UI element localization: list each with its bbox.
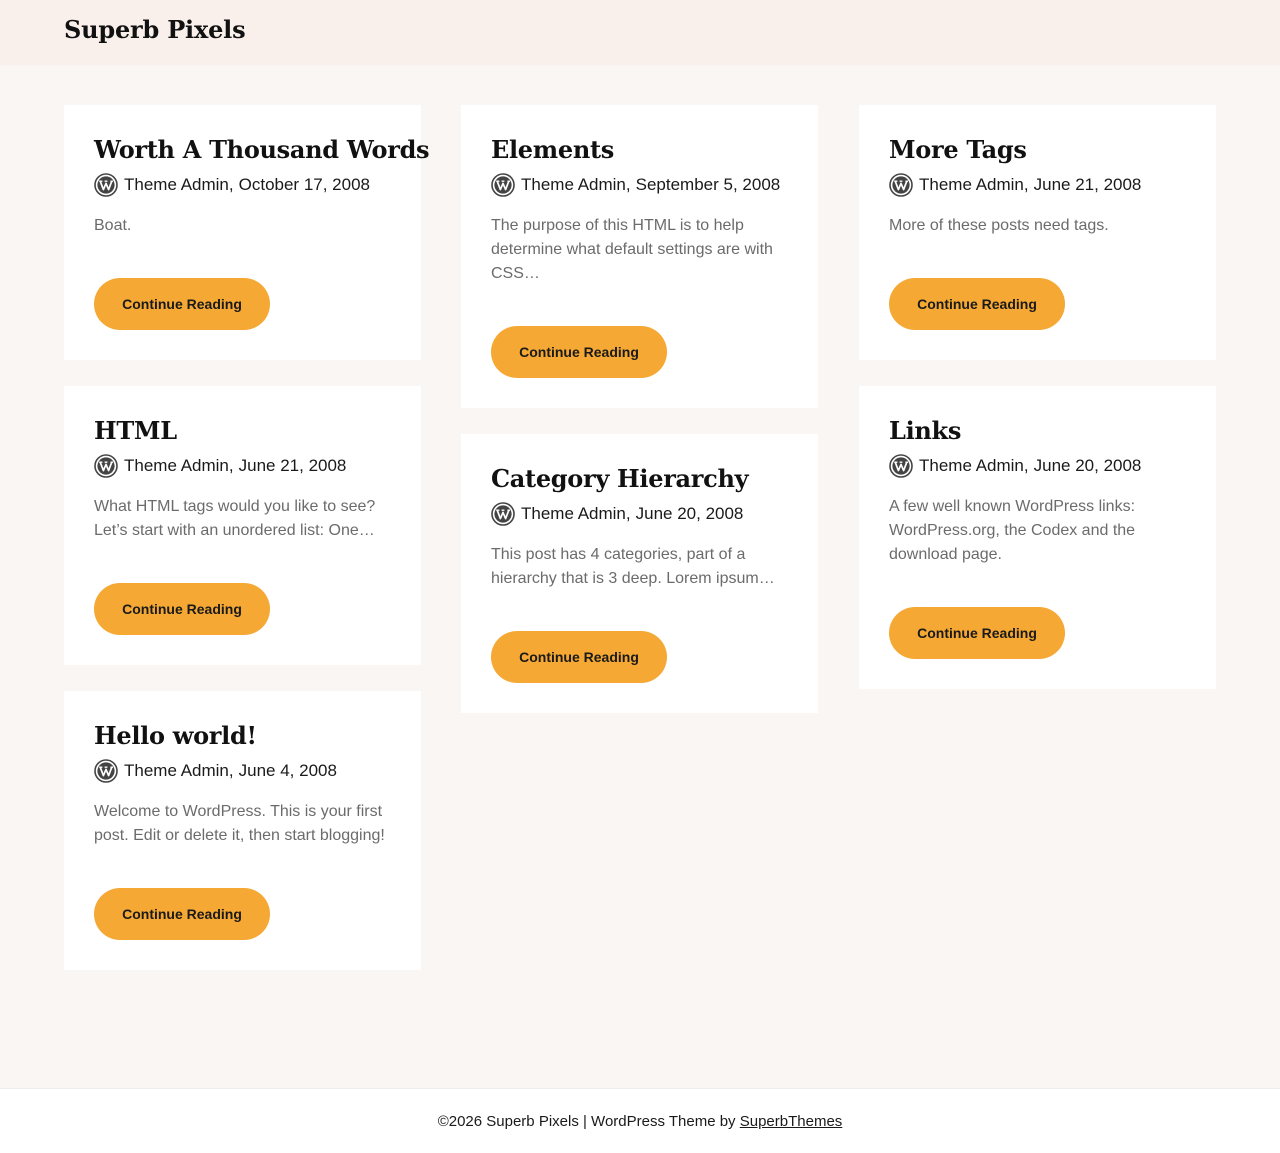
- post-title[interactable]: Hello world!: [94, 720, 391, 752]
- post-title[interactable]: Worth A Thousand Words: [94, 134, 430, 166]
- meta-separator: ,: [228, 175, 234, 194]
- post-meta: Theme Admin, June 20, 2008: [491, 501, 788, 527]
- post-date: June 4, 2008: [238, 761, 337, 780]
- post-author[interactable]: Theme Admin: [919, 175, 1024, 195]
- wordpress-logo-icon: [491, 173, 515, 197]
- post-author[interactable]: Theme Admin: [124, 456, 229, 476]
- post-title[interactable]: Links: [889, 415, 1186, 447]
- post-excerpt: A few well known WordPress links: WordPr…: [889, 498, 1136, 563]
- post-author[interactable]: Theme Admin: [124, 175, 229, 195]
- continue-reading-button[interactable]: Continue Reading: [94, 278, 270, 330]
- post-card: Category Hierarchy Theme Admin, June 20, 2…: [461, 434, 818, 713]
- wordpress-logo-icon: [889, 173, 913, 197]
- post-title[interactable]: More Tags: [889, 134, 1186, 166]
- post-author[interactable]: Theme Admin: [521, 175, 626, 195]
- post-card: HTML Theme Admin, June 21, 2008 What HTML t…: [64, 386, 421, 665]
- continue-reading-button[interactable]: Continue Reading: [94, 888, 270, 940]
- post-meta: Theme Admin, June 4, 2008: [94, 758, 391, 784]
- meta-separator: ,: [625, 175, 631, 194]
- post-column-3: More Tags Theme Admin, June 21, 2008 More o…: [859, 105, 1216, 715]
- post-excerpt: What HTML tags would you like to see? Le…: [94, 498, 376, 539]
- meta-separator: ,: [228, 456, 234, 475]
- post-card: Worth A Thousand Words Theme Admin, Octobe…: [64, 105, 430, 360]
- post-card: Links Theme Admin, June 20, 2008 A few well…: [859, 386, 1216, 689]
- continue-reading-button[interactable]: Continue Reading: [491, 631, 667, 683]
- footer-credit: ©2026 Superb Pixels | WordPress Theme by…: [438, 1113, 843, 1130]
- post-excerpt: Boat.: [94, 217, 132, 234]
- post-title[interactable]: HTML: [94, 415, 391, 447]
- superbthemes-link[interactable]: SuperbThemes: [740, 1113, 843, 1130]
- continue-reading-button[interactable]: Continue Reading: [889, 278, 1065, 330]
- post-date: June 21, 2008: [1033, 175, 1142, 194]
- post-author[interactable]: Theme Admin: [521, 504, 626, 524]
- post-meta: Theme Admin, June 21, 2008: [94, 453, 391, 479]
- post-date: June 20, 2008: [635, 504, 744, 523]
- post-excerpt: This post has 4 categories, part of a hi…: [491, 546, 775, 587]
- post-date: June 20, 2008: [1033, 456, 1142, 475]
- continue-reading-button[interactable]: Continue Reading: [491, 326, 667, 378]
- post-date: October 17, 2008: [238, 175, 370, 194]
- post-column-1: Worth A Thousand Words Theme Admin, Octobe…: [64, 105, 430, 996]
- meta-separator: ,: [1023, 456, 1029, 475]
- wordpress-logo-icon: [94, 173, 118, 197]
- post-date: June 21, 2008: [238, 456, 347, 475]
- post-excerpt: More of these posts need tags.: [889, 217, 1109, 234]
- continue-reading-button[interactable]: Continue Reading: [889, 607, 1065, 659]
- post-meta: Theme Admin, September 5, 2008: [491, 172, 788, 198]
- meta-separator: ,: [625, 504, 631, 523]
- wordpress-logo-icon: [491, 502, 515, 526]
- site-footer: ©2026 Superb Pixels | WordPress Theme by…: [0, 1088, 1280, 1153]
- wordpress-logo-icon: [94, 454, 118, 478]
- wordpress-logo-icon: [889, 454, 913, 478]
- post-excerpt: The purpose of this HTML is to help dete…: [491, 217, 773, 282]
- continue-reading-button[interactable]: Continue Reading: [94, 583, 270, 635]
- post-column-2: Elements Theme Admin, September 5, 2008 The…: [461, 105, 818, 739]
- post-author[interactable]: Theme Admin: [919, 456, 1024, 476]
- post-card: Hello world! Theme Admin, June 4, 2008 Welc…: [64, 691, 421, 970]
- post-excerpt: Welcome to WordPress. This is your first…: [94, 803, 385, 844]
- post-date: September 5, 2008: [635, 175, 781, 194]
- meta-separator: ,: [1023, 175, 1029, 194]
- post-card: Elements Theme Admin, September 5, 2008 The…: [461, 105, 818, 408]
- post-meta: Theme Admin, June 21, 2008: [889, 172, 1186, 198]
- post-title[interactable]: Category Hierarchy: [491, 463, 788, 495]
- footer-copyright: ©2026 Superb Pixels | WordPress Theme by: [437, 1112, 740, 1130]
- wordpress-logo-icon: [94, 759, 118, 783]
- post-meta: Theme Admin, October 17, 2008: [94, 172, 391, 198]
- meta-separator: ,: [228, 761, 234, 780]
- site-title-link[interactable]: Superb Pixels: [64, 15, 246, 44]
- post-meta: Theme Admin, June 20, 2008: [889, 453, 1186, 479]
- post-title[interactable]: Elements: [491, 134, 788, 166]
- site-header: Superb Pixels: [0, 0, 1280, 65]
- post-author[interactable]: Theme Admin: [124, 761, 229, 781]
- post-card: More Tags Theme Admin, June 21, 2008 More o…: [859, 105, 1216, 360]
